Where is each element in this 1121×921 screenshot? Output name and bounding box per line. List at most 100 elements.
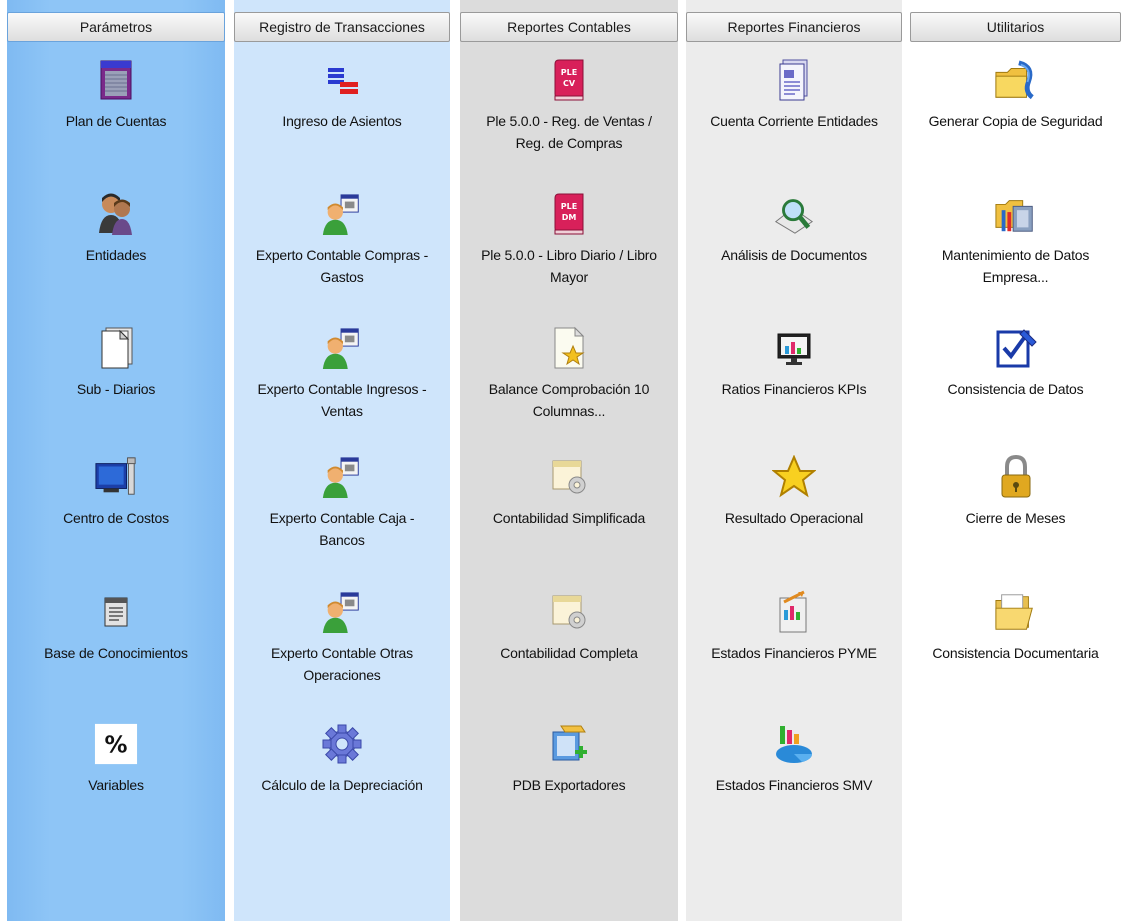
menu-item-entidades[interactable]: Entidades	[7, 192, 225, 266]
menu-item-consistencia-datos[interactable]: Consistencia de Datos	[910, 326, 1121, 400]
checklist-icon	[994, 326, 1038, 370]
window-gear-icon	[547, 590, 591, 634]
menu-item-label: Cuenta Corriente Entidades	[710, 113, 878, 129]
menu-item-label: Estados Financieros PYME	[711, 645, 877, 661]
menu-item-label: Ingreso de Asientos	[282, 113, 402, 129]
menu-item-label: Cierre de Meses	[965, 510, 1066, 526]
menu-item-plan-de-cuentas[interactable]: Plan de Cuentas	[7, 58, 225, 132]
column-reportes-financieros: Reportes Financieros Cuenta Corriente En…	[686, 0, 902, 921]
svg-text:PLE: PLE	[561, 202, 577, 211]
menu-item-cierre-meses[interactable]: Cierre de Meses	[910, 455, 1121, 529]
menu-item-variables[interactable]: % Variables	[7, 722, 225, 796]
menu-item-label: Generar Copia de Seguridad	[928, 113, 1103, 129]
menu-item-label: Variables	[88, 777, 144, 793]
menu-item-label: Contabilidad Simplificada	[492, 510, 646, 526]
menu-item-label: Resultado Operacional	[724, 510, 864, 526]
menu-item-label: Contabilidad Completa	[500, 645, 638, 661]
menu-item-ple-ventas-compras[interactable]: PLE CV Ple 5.0.0 - Reg. de Ventas / Reg.…	[460, 58, 678, 154]
column-registro-transacciones: Registro de Transacciones Ingreso de Asi…	[234, 0, 450, 921]
open-folder-icon	[994, 590, 1038, 634]
menu-item-label: Mantenimiento de Datos Empresa...	[941, 247, 1090, 285]
report-document-icon	[772, 58, 816, 102]
svg-text:DM: DM	[562, 213, 577, 222]
menu-item-label: Consistencia Documentaria	[932, 645, 1099, 661]
expert-user-icon	[320, 590, 364, 634]
menu-item-consistencia-documentaria[interactable]: Consistencia Documentaria	[910, 590, 1121, 664]
ple-dm-book-icon: PLE DM	[547, 192, 591, 236]
column-header-utilitarios[interactable]: Utilitarios	[910, 12, 1121, 42]
menu-item-label: Análisis de Documentos	[721, 247, 867, 263]
document-icon	[94, 326, 138, 370]
menu-item-label: Ple 5.0.0 - Reg. de Ventas / Reg. de Com…	[486, 113, 652, 151]
pie-chart-icon	[772, 722, 816, 766]
menu-item-label: Entidades	[85, 247, 147, 263]
notepad-icon	[94, 590, 138, 634]
column-header-reportes-financieros[interactable]: Reportes Financieros	[686, 12, 902, 42]
menu-item-pdb-exportadores[interactable]: PDB Exportadores	[460, 722, 678, 796]
menu-item-contabilidad-completa[interactable]: Contabilidad Completa	[460, 590, 678, 664]
expert-user-icon	[320, 326, 364, 370]
menu-item-base-de-conocimientos[interactable]: Base de Conocimientos	[7, 590, 225, 664]
menu-item-label: Estados Financieros SMV	[715, 777, 873, 793]
svg-text:PLE: PLE	[561, 68, 577, 77]
people-icon	[94, 192, 138, 236]
column-parametros: Parámetros Plan de Cuentas Entidades Sub…	[7, 0, 225, 921]
column-header-parametros[interactable]: Parámetros	[7, 12, 225, 42]
ple-cv-book-icon: PLE CV	[547, 58, 591, 102]
menu-item-label: Ple 5.0.0 - Libro Diario / Libro Mayor	[481, 247, 657, 285]
report-star-icon	[547, 326, 591, 370]
menu-item-sub-diarios[interactable]: Sub - Diarios	[7, 326, 225, 400]
svg-text:CV: CV	[563, 79, 576, 88]
menu-item-cuenta-corriente[interactable]: Cuenta Corriente Entidades	[686, 58, 902, 132]
percent-icon: %	[94, 722, 138, 766]
column-utilitarios: Utilitarios Generar Copia de Seguridad M…	[910, 0, 1121, 921]
menu-item-experto-compras[interactable]: Experto Contable Compras - Gastos	[234, 192, 450, 288]
menu-item-label: Experto Contable Otras Operaciones	[271, 645, 413, 683]
expert-user-icon	[320, 455, 364, 499]
menu-item-mantenimiento-empresa[interactable]: Mantenimiento de Datos Empresa...	[910, 192, 1121, 288]
menu-item-contabilidad-simplificada[interactable]: Contabilidad Simplificada	[460, 455, 678, 529]
menu-item-label: Base de Conocimientos	[44, 645, 188, 661]
expert-user-icon	[320, 192, 364, 236]
export-folder-icon	[547, 722, 591, 766]
computer-tools-icon	[94, 455, 138, 499]
column-header-reportes-contables[interactable]: Reportes Contables	[460, 12, 678, 42]
menu-item-calculo-depreciacion[interactable]: Cálculo de la Depreciación	[234, 722, 450, 796]
window-gear-icon	[547, 455, 591, 499]
column-reportes-contables: Reportes Contables PLE CV Ple 5.0.0 - Re…	[460, 0, 678, 921]
chart-document-icon	[772, 590, 816, 634]
menu-item-ple-diario-mayor[interactable]: PLE DM Ple 5.0.0 - Libro Diario / Libro …	[460, 192, 678, 288]
menu-item-label: Experto Contable Caja - Bancos	[269, 510, 415, 548]
menu-item-centro-de-costos[interactable]: Centro de Costos	[7, 455, 225, 529]
menu-item-label: Experto Contable Compras - Gastos	[255, 247, 429, 285]
magnifier-icon	[772, 192, 816, 236]
menu-item-label: Cálculo de la Depreciación	[261, 777, 423, 793]
menu-item-label: Balance Comprobación 10 Columnas...	[488, 381, 650, 419]
menu-item-experto-caja[interactable]: Experto Contable Caja - Bancos	[234, 455, 450, 551]
menu-item-analisis-documentos[interactable]: Análisis de Documentos	[686, 192, 902, 266]
menu-item-experto-otras[interactable]: Experto Contable Otras Operaciones	[234, 590, 450, 686]
menu-item-copia-seguridad[interactable]: Generar Copia de Seguridad	[910, 58, 1121, 132]
menu-item-estados-pyme[interactable]: Estados Financieros PYME	[686, 590, 902, 664]
column-header-registro-transacciones[interactable]: Registro de Transacciones	[234, 12, 450, 42]
menu-item-label: Sub - Diarios	[76, 381, 156, 397]
gear-icon	[320, 722, 364, 766]
menu-item-label: Centro de Costos	[63, 510, 169, 526]
folder-tools-icon	[994, 192, 1038, 236]
entries-icon	[320, 58, 364, 102]
menu-item-balance-comprobacion[interactable]: Balance Comprobación 10 Columnas...	[460, 326, 678, 422]
menu-item-label: PDB Exportadores	[512, 777, 626, 793]
menu-item-ingreso-de-asientos[interactable]: Ingreso de Asientos	[234, 58, 450, 132]
padlock-icon	[994, 455, 1038, 499]
ledger-grid-icon	[94, 58, 138, 102]
backup-folder-icon	[994, 58, 1038, 102]
menu-item-resultado-operacional[interactable]: Resultado Operacional	[686, 455, 902, 529]
menu-item-label: Experto Contable Ingresos - Ventas	[257, 381, 427, 419]
menu-item-label: Plan de Cuentas	[65, 113, 167, 129]
menu-item-experto-ingresos[interactable]: Experto Contable Ingresos - Ventas	[234, 326, 450, 422]
menu-item-label: Consistencia de Datos	[947, 381, 1084, 397]
menu-item-label: Ratios Financieros KPIs	[721, 381, 867, 397]
menu-item-ratios-kpis[interactable]: Ratios Financieros KPIs	[686, 326, 902, 400]
menu-item-estados-smv[interactable]: Estados Financieros SMV	[686, 722, 902, 796]
monitor-chart-icon	[772, 326, 816, 370]
